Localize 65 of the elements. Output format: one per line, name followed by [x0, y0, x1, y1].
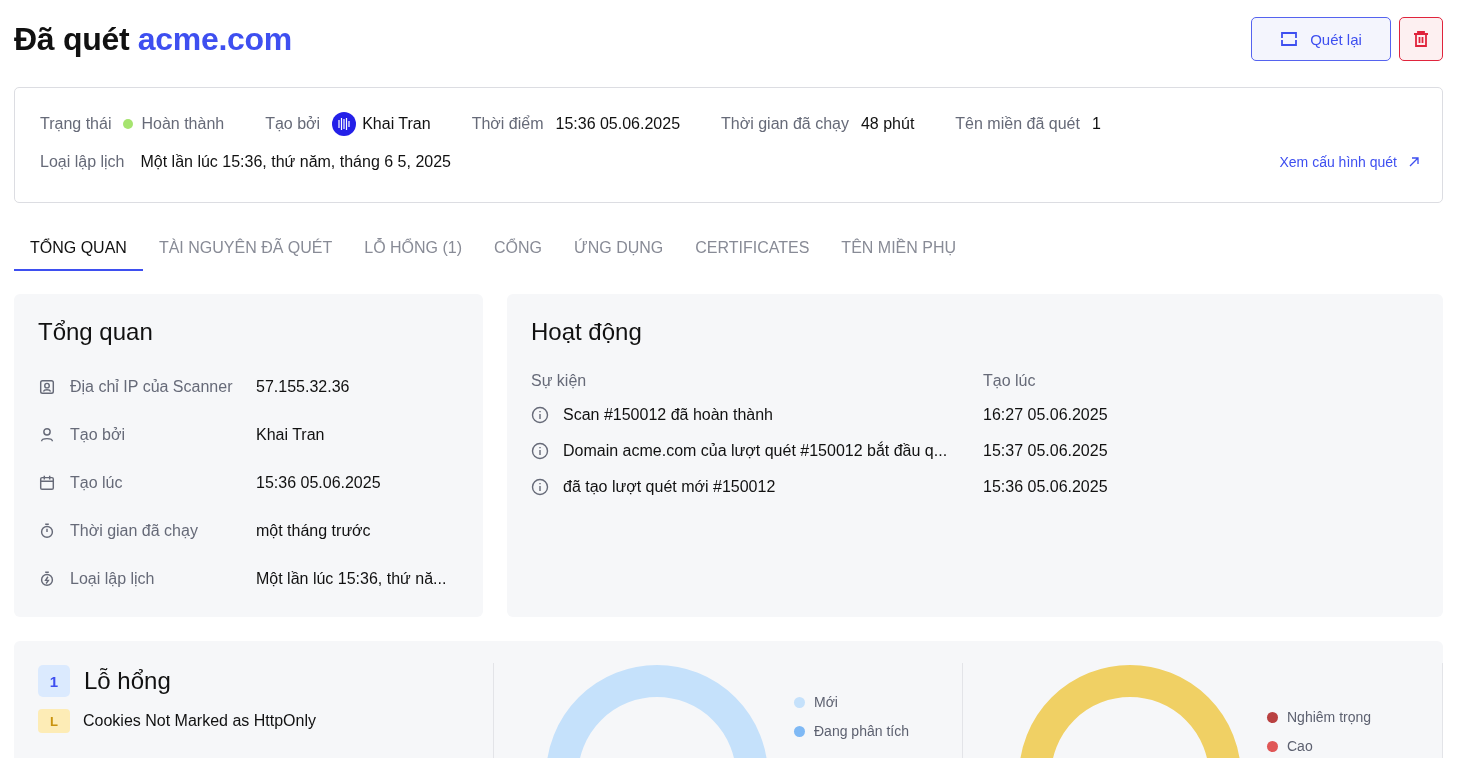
info-icon	[531, 442, 549, 460]
detail-label: Tạo bởi	[70, 426, 126, 444]
legend-label: Nghiêm trọng	[1287, 709, 1372, 725]
info-icon	[531, 478, 549, 496]
external-link-icon	[1409, 157, 1419, 167]
page-title: Đã quét acme.com	[14, 20, 292, 58]
detail-value: một tháng trước	[256, 522, 371, 540]
event-text: Domain acme.com của lượt quét #150012 bắt đầu q...	[563, 442, 948, 460]
tab[interactable]: TÀI NGUYÊN ĐÃ QUÉT	[142, 227, 349, 271]
detail-value: 57.155.32.36	[256, 378, 350, 396]
detail-label: Tạo lúc	[70, 474, 124, 492]
avatar-icon	[332, 112, 357, 136]
delete-button[interactable]	[1399, 17, 1443, 61]
stopwatch-bolt-icon	[38, 570, 56, 588]
event-time: 15:36 05.06.2025	[983, 478, 1109, 496]
detail-value: Một lần lúc 15:36, thứ nă...	[256, 570, 447, 588]
config-link[interactable]: Xem cấu hình quét	[1279, 154, 1419, 170]
event-text: đã tạo lượt quét mới #150012	[563, 478, 776, 496]
card-title: Tổng quan	[38, 318, 154, 346]
rescan-icon	[1280, 30, 1299, 48]
severity-badge: L	[38, 709, 70, 733]
tab[interactable]: LỖ HỔNG (1)	[348, 227, 479, 271]
detail-label: Thời gian đã chạy	[70, 522, 199, 540]
legend-label: Đang phân tích	[814, 723, 909, 739]
legend-label: Mới	[814, 694, 838, 710]
section-title: Lỗ hổng	[84, 667, 171, 695]
tab[interactable]: TÊN MIỀN PHỤ	[825, 227, 973, 271]
field-label: Trạng thái	[40, 115, 112, 133]
user-name: Khai Tran	[362, 115, 431, 133]
column-header: Sự kiện	[531, 372, 588, 390]
domain-name: acme.com	[137, 20, 292, 57]
detail-label: Địa chỉ IP của Scanner	[70, 378, 234, 396]
field-label: Tạo bởi	[265, 115, 321, 133]
tab[interactable]: CỔNG	[478, 227, 559, 271]
detail-value: 15:36 05.06.2025	[256, 474, 381, 492]
info-icon	[531, 406, 549, 424]
status-dot-icon	[123, 119, 134, 129]
field-label: Thời điểm	[471, 115, 544, 133]
field-label: Thời gian đã chạy	[721, 115, 849, 133]
event-time: 16:27 05.06.2025	[983, 406, 1109, 424]
tab[interactable]: TỔNG QUAN	[14, 227, 143, 271]
tab[interactable]: ỨNG DỤNG	[558, 227, 680, 271]
status-value: Hoàn thành	[141, 115, 225, 133]
field-value: 48 phút	[860, 115, 915, 133]
rescan-button[interactable]: Quét lại	[1251, 17, 1391, 61]
field-label: Loại lập lịch	[40, 153, 125, 171]
detail-value: Khai Tran	[256, 426, 325, 444]
event-text: Scan #150012 đã hoàn thành	[563, 406, 773, 424]
column-header: Tạo lúc	[983, 372, 1037, 390]
event-time: 15:37 05.06.2025	[983, 442, 1109, 460]
field-value: 15:36 05.06.2025	[555, 115, 681, 133]
id-badge-icon	[38, 378, 56, 396]
card-title: Hoạt động	[531, 318, 643, 346]
count-badge: 1	[38, 665, 70, 697]
user-icon	[38, 426, 56, 444]
detail-label: Loại lập lịch	[70, 570, 156, 588]
vulnerability-name: Cookies Not Marked as HttpOnly	[83, 712, 316, 730]
stopwatch-icon	[38, 522, 56, 540]
tab[interactable]: CERTIFICATES	[679, 227, 826, 271]
field-value: 1	[1091, 115, 1101, 133]
legend-label: Cao	[1287, 738, 1313, 754]
calendar-icon	[38, 474, 56, 492]
trash-icon	[1412, 30, 1430, 48]
field-value: Một lần lúc 15:36, thứ năm, tháng 6 5, 2025	[140, 153, 451, 171]
field-label: Tên miền đã quét	[955, 115, 1080, 133]
